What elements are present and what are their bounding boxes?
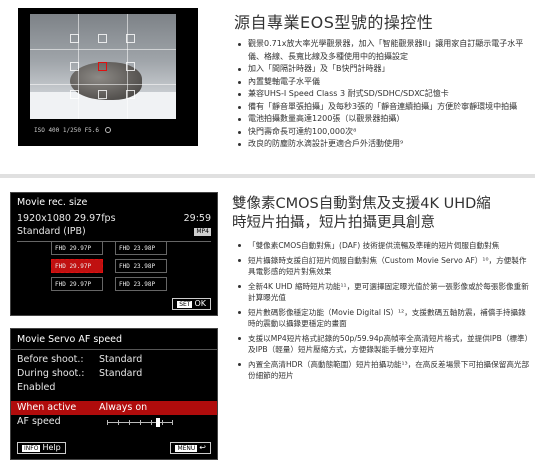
setting-value: Standard [99,368,143,379]
size-option-label: FHD 29.97P [55,262,92,270]
size-row: FHD 29.97P FHD 23.98P [51,259,191,273]
slider-tick [129,419,130,425]
section-title-video-line1: 雙像素CMOS自動對焦及支援4K UHD縮 [232,196,491,212]
size-option-label: FHD 29.97P [55,280,92,288]
back-arrow-icon: ↩ [199,443,206,452]
resolution-value: 1920x1080 29.97fps [17,213,116,224]
af-point [126,62,135,71]
slider-tick [162,419,163,425]
size-row: FHD 29.97P FHD 23.98P [51,277,191,291]
size-option-label: FHD 29.97P [55,244,92,252]
remaining-time: 29:59 [183,213,211,224]
af-point [70,90,79,99]
slider-tick [172,419,173,425]
screen-title: Movie rec. size [17,197,88,208]
feature-item: 備有「靜音單張拍攝」及每秒3張的「靜音連續拍攝」方便於寧靜環境中拍攝 [234,101,529,114]
af-point [126,90,135,99]
feature-item: 兼容UHS-I Speed Class 3 耐式SD/SDHC/SDXC記憶卡 [234,88,529,101]
af-point-selected [98,62,107,71]
af-point [70,34,79,43]
setting-label: During shoot.: [17,368,85,379]
feature-item: 全新4K UHD 縮時短片功能¹¹，更可選擇固定曝光值於第一張影像或於每張影像重… [232,281,530,304]
menu-back-button[interactable]: MENU ↩ [170,442,211,454]
info-key: INFO [22,445,41,452]
bottom-section: Movie rec. size 1920x1080 29.97fps 29:59… [0,178,535,468]
feature-item: 快門壽命長可達約100,000次⁸ [234,126,529,139]
grid-line [30,84,176,85]
section-title-video-line2: 時短片拍攝，短片拍攝更具創意 [232,215,435,231]
setting-row-when-active[interactable]: When active Always on [11,401,217,415]
slider-track [107,417,173,427]
setting-label: AF speed [17,416,61,427]
feature-item: 觀景0.71x放大率光學觀景器，加入「智能觀景器II」讓用家自訂顯示電子水平儀、… [234,38,529,63]
setting-label: Enabled [17,382,56,393]
quality-value: Standard (IPB) [17,226,86,237]
slider-tick [140,419,141,425]
size-option-label: FHD 23.98P [119,244,156,252]
setting-row-before-shoot[interactable]: Before shoot.: Standard [11,353,217,367]
set-key: SET [177,301,193,308]
viewfinder-image: ISO 400 1/250 F5.6 [18,8,198,146]
ok-label: OK [194,299,206,308]
movie-rec-size-screen: Movie rec. size 1920x1080 29.97fps 29:59… [10,192,218,316]
set-ok-button[interactable]: SET OK [172,298,211,310]
feature-item: 短片數碼影像穩定功能（Movie Digital IS）¹²，支援數碼五軸防震，… [232,307,530,330]
size-option-label: FHD 23.98P [119,280,156,288]
viewfinder-info-bar: ISO 400 1/250 F5.6 [30,121,176,139]
top-section: ISO 400 1/250 F5.6 源自專業EOS型號的操控性 觀景0.71x… [0,0,535,174]
feature-list-controls: 觀景0.71x放大率光學觀景器，加入「智能觀景器II」讓用家自訂顯示電子水平儀、… [234,38,529,151]
setting-label: When active [17,402,77,413]
slider-tick [151,419,152,425]
af-speed-slider[interactable] [107,415,173,429]
quality-row: Standard (IPB) MP4 [11,225,217,238]
setting-row-af-speed[interactable]: AF speed [11,415,217,429]
feature-item: 改良的防塵防水滴設計更適合戶外活動使用⁹ [234,138,529,151]
size-option[interactable]: FHD 23.98P [115,259,167,273]
slider-tick [118,419,119,425]
feature-item: 內置全高清HDR（高動態範圍）短片拍攝功能¹³，在高反差場景下可拍攝保留高光部份… [232,359,530,382]
screen-title: Movie Servo AF speed [11,329,217,350]
help-label: Help [42,443,61,452]
setting-row-during-shoot[interactable]: During shoot.: Standard [11,367,217,381]
feature-item: 「雙像素CMOS自動對焦」(DAF) 技術提供流暢及準確的短片伺服自動對焦 [232,240,530,252]
slider-knob[interactable] [156,417,160,427]
format-badge: MP4 [194,227,211,236]
feature-list-video: 「雙像素CMOS自動對焦」(DAF) 技術提供流暢及準確的短片伺服自動對焦 短片… [232,240,530,385]
feature-item: 電池拍攝數量高達1200張（以觀景器拍攝） [234,113,529,126]
af-point [98,34,107,43]
setting-value: Always on [99,402,148,413]
size-option[interactable]: FHD 23.98P [115,241,167,255]
af-point [98,90,107,99]
level-icon [105,127,112,133]
screen-footer: INFO Help MENU ↩ [17,442,211,454]
info-help-button[interactable]: INFO Help [17,442,66,454]
size-row: FHD 29.97P FHD 23.98P [51,241,191,255]
section-title-controls: 源自專業EOS型號的操控性 [234,13,434,32]
setting-label: Before shoot.: [17,354,84,365]
feature-item: 短片攝錄時支援自訂短片伺服自動對焦（Custom Movie Servo AF）… [232,255,530,278]
size-option-grid: FHD 29.97P FHD 23.98P FHD 29.97P FHD 23.… [51,241,191,295]
af-point [70,62,79,71]
menu-key: MENU [175,445,198,452]
feature-item: 加入「間隔計時器」及「B快門計時器」 [234,63,529,76]
feature-item: 內置雙軸電子水平儀 [234,76,529,89]
size-option[interactable]: FHD 29.97P [51,241,103,255]
size-option-label: FHD 23.98P [119,262,156,270]
viewfinder-info-text: ISO 400 1/250 F5.6 [34,126,100,134]
af-point [126,34,135,43]
size-option[interactable]: FHD 29.97P [51,277,103,291]
grid-line [30,49,176,50]
size-option-selected[interactable]: FHD 29.97P [51,259,103,273]
viewfinder-photo [30,14,176,119]
size-option[interactable]: FHD 23.98P [115,277,167,291]
setting-row-enabled[interactable]: Enabled [11,381,217,395]
slider-tick [107,419,108,425]
setting-value: Standard [99,354,143,365]
feature-item: 支援以MP4短片格式記錄的50p/59.94p高幀率全高清短片格式，並提供IPB… [232,333,530,356]
resolution-row: 1920x1080 29.97fps 29:59 [11,212,217,225]
servo-af-speed-screen: Movie Servo AF speed Before shoot.: Stan… [10,328,218,460]
